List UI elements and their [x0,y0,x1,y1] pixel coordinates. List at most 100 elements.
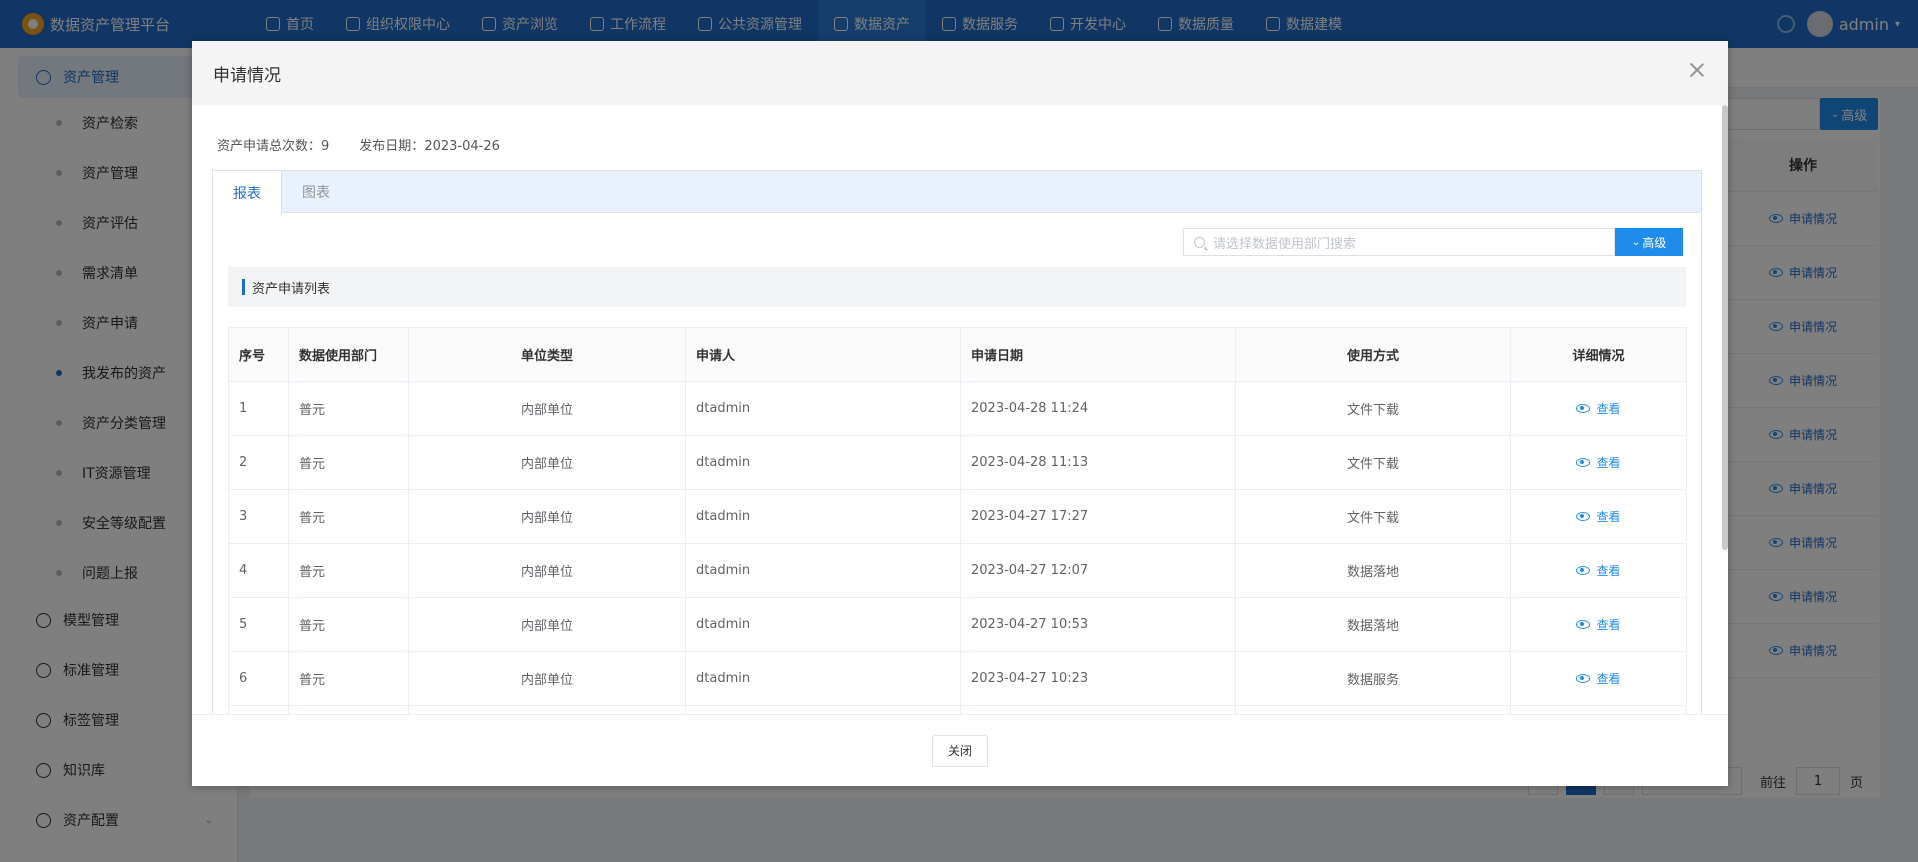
view-label: 查看 [1596,618,1621,632]
cell-usage: 文件下载 [1235,435,1511,490]
cell-unit: 内部单位 [408,597,686,652]
cell-dept: 普元 [288,489,409,544]
view-link[interactable]: 查看 [1576,616,1621,633]
publish-date-label: 发布日期： [359,139,425,154]
table-row: 2 普元 内部单位 dtadmin 2023-04-28 11:13 文件下载 … [228,435,1687,490]
eye-icon [1576,566,1591,575]
eye-icon [1576,620,1591,629]
tabs-header: 报表 图表 [213,171,1701,214]
cell-applicant: dtadmin [685,435,961,490]
table-row: 1 普元 内部单位 dtadmin 2023-04-28 11:24 文件下载 … [228,381,1687,436]
eye-icon [1576,458,1591,467]
dialog-title: 申请情况 [213,65,281,86]
dept-search-input[interactable]: 请选择数据使用部门搜索 [1183,228,1615,256]
total-count: 资产申请总次数：9 [217,135,329,154]
dialog-footer: 关闭 [192,714,1728,786]
cell-dept: 普元 [288,435,409,490]
cell-date: 2023-04-27 12:07 [960,543,1236,598]
cell-applicant [685,705,961,714]
cell-usage: 数据服务 [1235,651,1511,706]
view-link[interactable]: 查看 [1576,670,1621,687]
view-label: 查看 [1596,672,1621,686]
column-header-applicant: 申请人 [685,327,961,382]
table-row: 4 普元 内部单位 dtadmin 2023-04-27 12:07 数据落地 … [228,543,1687,598]
cell-date: 2023-04-27 17:27 [960,489,1236,544]
view-link[interactable]: 查看 [1576,400,1621,417]
cell-no: 5 [228,597,289,652]
table-row: 3 普元 内部单位 dtadmin 2023-04-27 17:27 文件下载 … [228,489,1687,544]
cell-no: 3 [228,489,289,544]
total-count-label: 资产申请总次数： [217,139,322,154]
cell-unit: 内部单位 [408,435,686,490]
close-icon[interactable] [1686,59,1708,81]
column-header-usage: 使用方式 [1235,327,1511,382]
cell-detail: 查看 [1510,651,1687,706]
cell-dept: 普元 [288,381,409,436]
chevron-down-icon: ⌄ [1631,236,1641,248]
section-title: 资产申请列表 [252,281,331,297]
advanced-button[interactable]: ⌄ 高级 [1615,228,1683,256]
view-label: 查看 [1596,510,1621,524]
cell-usage: 文件下载 [1235,489,1511,544]
cell-no: 2 [228,435,289,490]
view-label: 查看 [1596,402,1621,416]
cell-usage: 数据落地 [1235,543,1511,598]
publish-date: 发布日期：2023-04-26 [359,135,500,154]
apply-table: 序号 数据使用部门 单位类型 申请人 申请日期 使用方式 详细情况 1 普元 内… [228,327,1687,714]
search-placeholder: 请选择数据使用部门搜索 [1213,236,1357,252]
search-row: 请选择数据使用部门搜索 ⌄ 高级 [1183,228,1683,256]
cell-detail: 查看 [1510,543,1687,598]
eye-icon [1576,512,1591,521]
cell-applicant: dtadmin [685,597,961,652]
view-link[interactable]: 查看 [1576,508,1621,525]
cell-no: 6 [228,651,289,706]
tab-chart[interactable]: 图表 [282,171,350,213]
cell-dept: 普元 [288,651,409,706]
cell-usage: 数据落地 [1235,597,1511,652]
cell-detail: 查看 [1510,435,1687,490]
cell-dept: 普元 [288,543,409,598]
cell-detail: 查看 [1510,597,1687,652]
cell-usage [1235,705,1511,714]
cell-detail: 查看 [1510,381,1687,436]
cell-date: 2023-04-28 11:24 [960,381,1236,436]
column-header-dept: 数据使用部门 [288,327,409,382]
scrollbar-thumb[interactable] [1722,105,1728,550]
cell-date: 2023-04-27 10:53 [960,597,1236,652]
dialog-body: 资产申请总次数：9 发布日期：2023-04-26 报表 图表 请选择数据使用部… [192,105,1728,714]
cell-no: 1 [228,381,289,436]
section-marker [242,279,245,295]
cell-detail: 查看 [1510,489,1687,544]
cell-unit: 内部单位 [408,543,686,598]
search-icon [1194,236,1205,248]
cell-dept [288,705,409,714]
total-count-value: 9 [321,139,330,154]
view-label: 查看 [1596,456,1621,470]
cell-date [960,705,1236,714]
close-button[interactable]: 关闭 [932,734,988,767]
view-link[interactable]: 查看 [1576,454,1621,471]
tab-report[interactable]: 报表 [213,171,282,214]
cell-date: 2023-04-27 10:23 [960,651,1236,706]
cell-dept: 普元 [288,597,409,652]
cell-unit: 内部单位 [408,381,686,436]
advanced-label: 高级 [1642,235,1667,250]
column-header-no: 序号 [228,327,289,382]
cell-applicant: dtadmin [685,489,961,544]
column-header-date: 申请日期 [960,327,1236,382]
cell-applicant: dtadmin [685,381,961,436]
view-link[interactable]: 查看 [1576,562,1621,579]
column-header-unit: 单位类型 [408,327,686,382]
eye-icon [1576,404,1591,413]
column-header-detail: 详细情况 [1510,327,1687,382]
table-row: 5 普元 内部单位 dtadmin 2023-04-27 10:53 数据落地 … [228,597,1687,652]
table-header-row: 序号 数据使用部门 单位类型 申请人 申请日期 使用方式 详细情况 [228,327,1687,382]
dialog-header: 申请情况 [192,41,1728,105]
summary: 资产申请总次数：9 发布日期：2023-04-26 [217,135,530,154]
section-header: 资产申请列表 [228,267,1686,307]
cell-unit: 内部单位 [408,651,686,706]
dialog-scrollbar[interactable] [1722,105,1728,714]
view-label: 查看 [1596,564,1621,578]
apply-status-dialog: 申请情况 资产申请总次数：9 发布日期：2023-04-26 报表 图表 请选择… [192,41,1728,786]
cell-usage: 文件下载 [1235,381,1511,436]
